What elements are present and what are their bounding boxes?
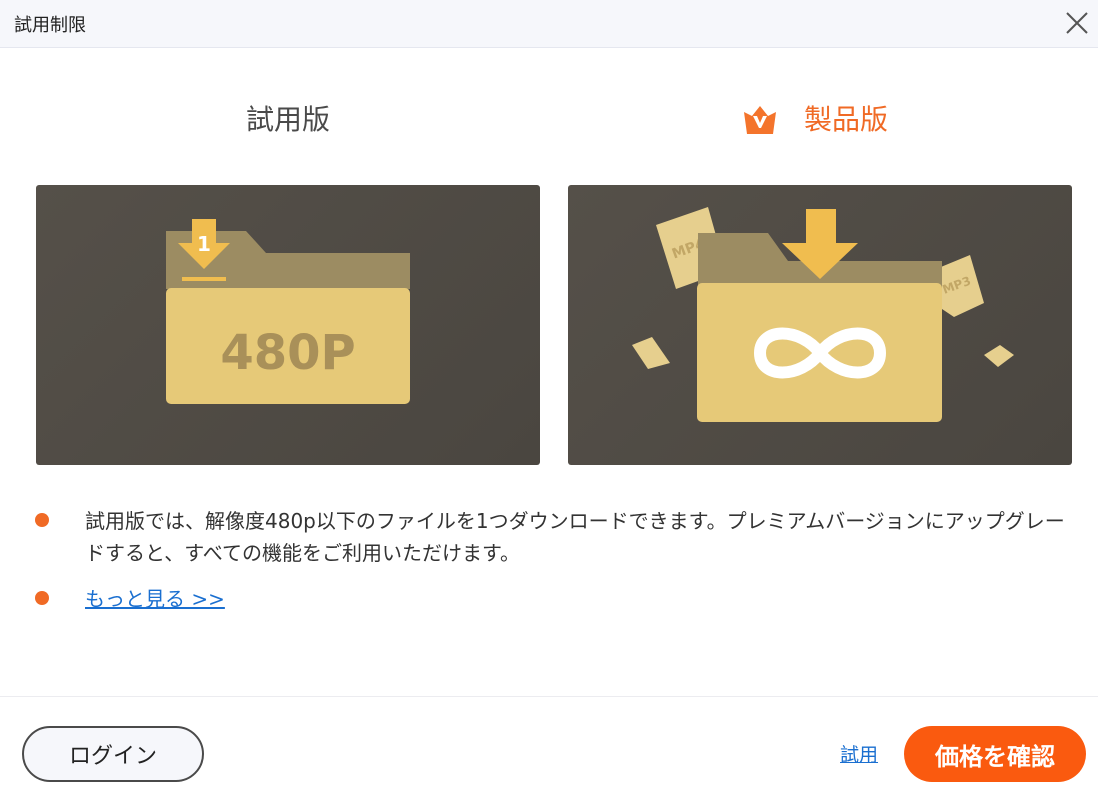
- window-title: 試用制限: [14, 15, 86, 36]
- check-price-button[interactable]: 価格を確認: [904, 726, 1086, 782]
- trial-version-heading: 試用版: [246, 103, 331, 136]
- product-version-label: 製品版: [804, 103, 889, 136]
- learn-more-link[interactable]: もっと見る >>: [85, 587, 225, 611]
- bullet-dot: [35, 513, 49, 527]
- product-version-heading: 製品版: [740, 100, 888, 140]
- trial-link[interactable]: 試用: [840, 740, 878, 767]
- bullet-dot: [35, 591, 49, 605]
- list-item: 試用版では、解像度480p以下のファイルを1つダウンロードできます。プレミアムバ…: [30, 505, 1070, 569]
- footer-divider: [0, 696, 1098, 697]
- download-count: 1: [197, 232, 211, 256]
- crown-v-icon: [740, 102, 780, 138]
- product-illustration-card: MP4 MP3: [568, 185, 1072, 465]
- title-bar: 試用制限: [0, 0, 1098, 48]
- list-item: もっと見る >>: [30, 583, 1070, 615]
- close-icon[interactable]: [1062, 8, 1092, 38]
- info-list: 試用版では、解像度480p以下のファイルを1つダウンロードできます。プレミアムバ…: [30, 505, 1070, 615]
- login-button[interactable]: ログイン: [22, 726, 204, 782]
- mp3-file-icon: MP3: [936, 255, 984, 317]
- trial-illustration-card: 1 480P: [36, 185, 540, 465]
- resolution-badge: 480P: [220, 325, 355, 381]
- trial-description: 試用版では、解像度480p以下のファイルを1つダウンロードできます。プレミアムバ…: [85, 509, 1065, 565]
